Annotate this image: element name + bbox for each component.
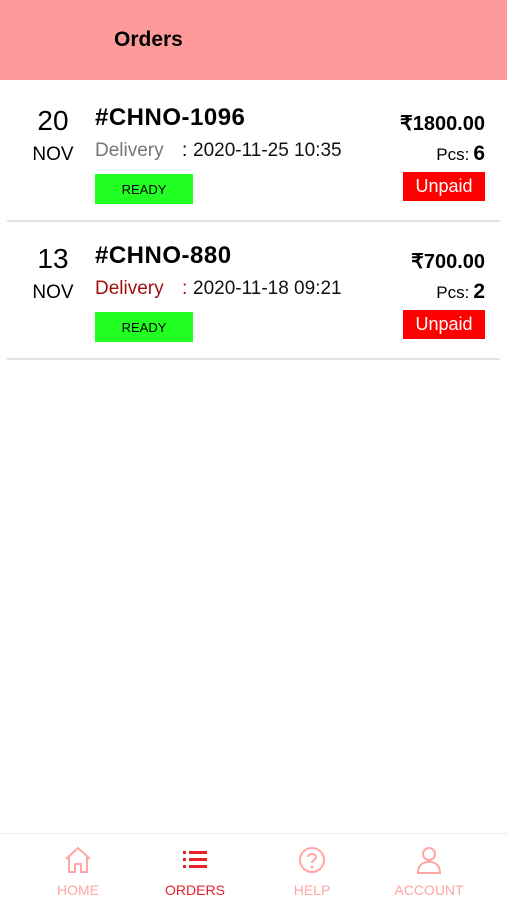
tab-help[interactable]: HELP [257, 834, 367, 901]
tab-orders[interactable]: ORDERS [140, 834, 250, 901]
delivery-label: Delivery [95, 140, 164, 161]
order-number: #CHNO-880 [95, 242, 232, 269]
bottom-tab-bar: HOME ORDERS HELP ACCOUNT [0, 833, 507, 900]
delivery-colon: : [182, 278, 188, 299]
order-price: ₹1800.00 [399, 113, 485, 135]
header-bar: Orders [0, 0, 507, 80]
tab-help-label: HELP [293, 882, 331, 898]
order-day: 13 [37, 243, 69, 274]
order-price: ₹700.00 [411, 251, 485, 273]
status-badge: READY [95, 174, 193, 204]
home-icon [63, 834, 93, 880]
tab-home[interactable]: HOME [23, 834, 133, 901]
pieces-value: 6 [473, 142, 485, 165]
order-row[interactable]: 20 NOV #CHNO-1096 Delivery : 2020-11-25 … [7, 84, 500, 222]
status-badge: READY [95, 312, 193, 342]
list-icon [180, 834, 210, 880]
tab-home-label: HOME [57, 882, 99, 898]
user-icon [414, 834, 444, 880]
payment-status-badge: Unpaid [403, 310, 485, 339]
delivery-date: 2020-11-25 10:35 [193, 140, 342, 161]
pieces-count: Pcs: 6 [436, 142, 485, 166]
tab-orders-label: ORDERS [165, 882, 225, 898]
order-number: #CHNO-1096 [95, 104, 246, 131]
order-month: NOV [32, 144, 74, 165]
order-day: 20 [37, 105, 69, 136]
delivery-label: Delivery [95, 278, 164, 299]
page-title: Orders [114, 28, 183, 51]
pieces-value: 2 [473, 280, 485, 303]
help-icon [297, 834, 327, 880]
payment-status-badge: Unpaid [403, 172, 485, 201]
order-month: NOV [32, 282, 74, 303]
tab-account[interactable]: ACCOUNT [374, 834, 484, 901]
delivery-date: 2020-11-18 09:21 [193, 278, 342, 299]
delivery-colon: : [182, 140, 188, 161]
pieces-label: Pcs: [436, 145, 470, 164]
pieces-count: Pcs: 2 [436, 280, 485, 304]
order-row[interactable]: 13 NOV #CHNO-880 Delivery : 2020-11-18 0… [7, 222, 500, 360]
tab-account-label: ACCOUNT [394, 882, 464, 898]
pieces-label: Pcs: [436, 283, 470, 302]
